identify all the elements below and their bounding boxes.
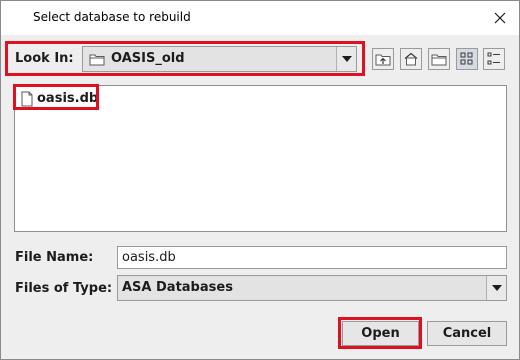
look-in-label: Look In: xyxy=(15,51,74,66)
title-bar: Select database to rebuild xyxy=(1,1,519,35)
open-button[interactable]: Open xyxy=(342,321,419,346)
folder-icon xyxy=(89,54,105,66)
chevron-down-icon xyxy=(491,285,502,291)
home-icon xyxy=(404,52,418,66)
look-in-dropdown-arrow[interactable] xyxy=(336,47,356,71)
details-view-button[interactable] xyxy=(483,48,505,70)
file-item-oasis-db[interactable]: oasis.db xyxy=(16,87,100,110)
file-name-input[interactable] xyxy=(117,246,507,269)
cancel-button[interactable]: Cancel xyxy=(427,321,507,346)
files-of-type-label: Files of Type: xyxy=(15,281,113,296)
new-folder-button[interactable] xyxy=(428,48,450,70)
files-of-type-combobox[interactable]: ASA Databases xyxy=(117,275,507,301)
look-in-combobox[interactable]: OASIS_old xyxy=(82,46,357,72)
close-button[interactable] xyxy=(486,5,514,31)
close-icon xyxy=(494,12,506,24)
dialog-title: Select database to rebuild xyxy=(33,10,191,24)
list-view-icon xyxy=(460,52,473,65)
chevron-down-icon xyxy=(341,56,352,62)
new-folder-icon xyxy=(431,54,447,66)
files-of-type-dropdown-arrow[interactable] xyxy=(486,276,506,300)
files-of-type-value: ASA Databases xyxy=(122,280,233,295)
look-in-value: OASIS_old xyxy=(111,51,185,66)
details-view-icon xyxy=(487,52,500,65)
look-in-row: Look In: OASIS_old xyxy=(8,43,364,76)
up-one-level-button[interactable] xyxy=(372,48,394,70)
folder-up-icon xyxy=(375,54,391,66)
list-view-button[interactable] xyxy=(456,48,478,70)
file-list[interactable]: oasis.db xyxy=(14,85,507,232)
file-name-label: oasis.db xyxy=(37,91,99,106)
file-chooser-dialog: Select database to rebuild Look In: OASI… xyxy=(0,0,520,360)
home-button[interactable] xyxy=(400,48,422,70)
file-name-field-label: File Name: xyxy=(15,250,94,265)
file-icon xyxy=(21,91,33,106)
